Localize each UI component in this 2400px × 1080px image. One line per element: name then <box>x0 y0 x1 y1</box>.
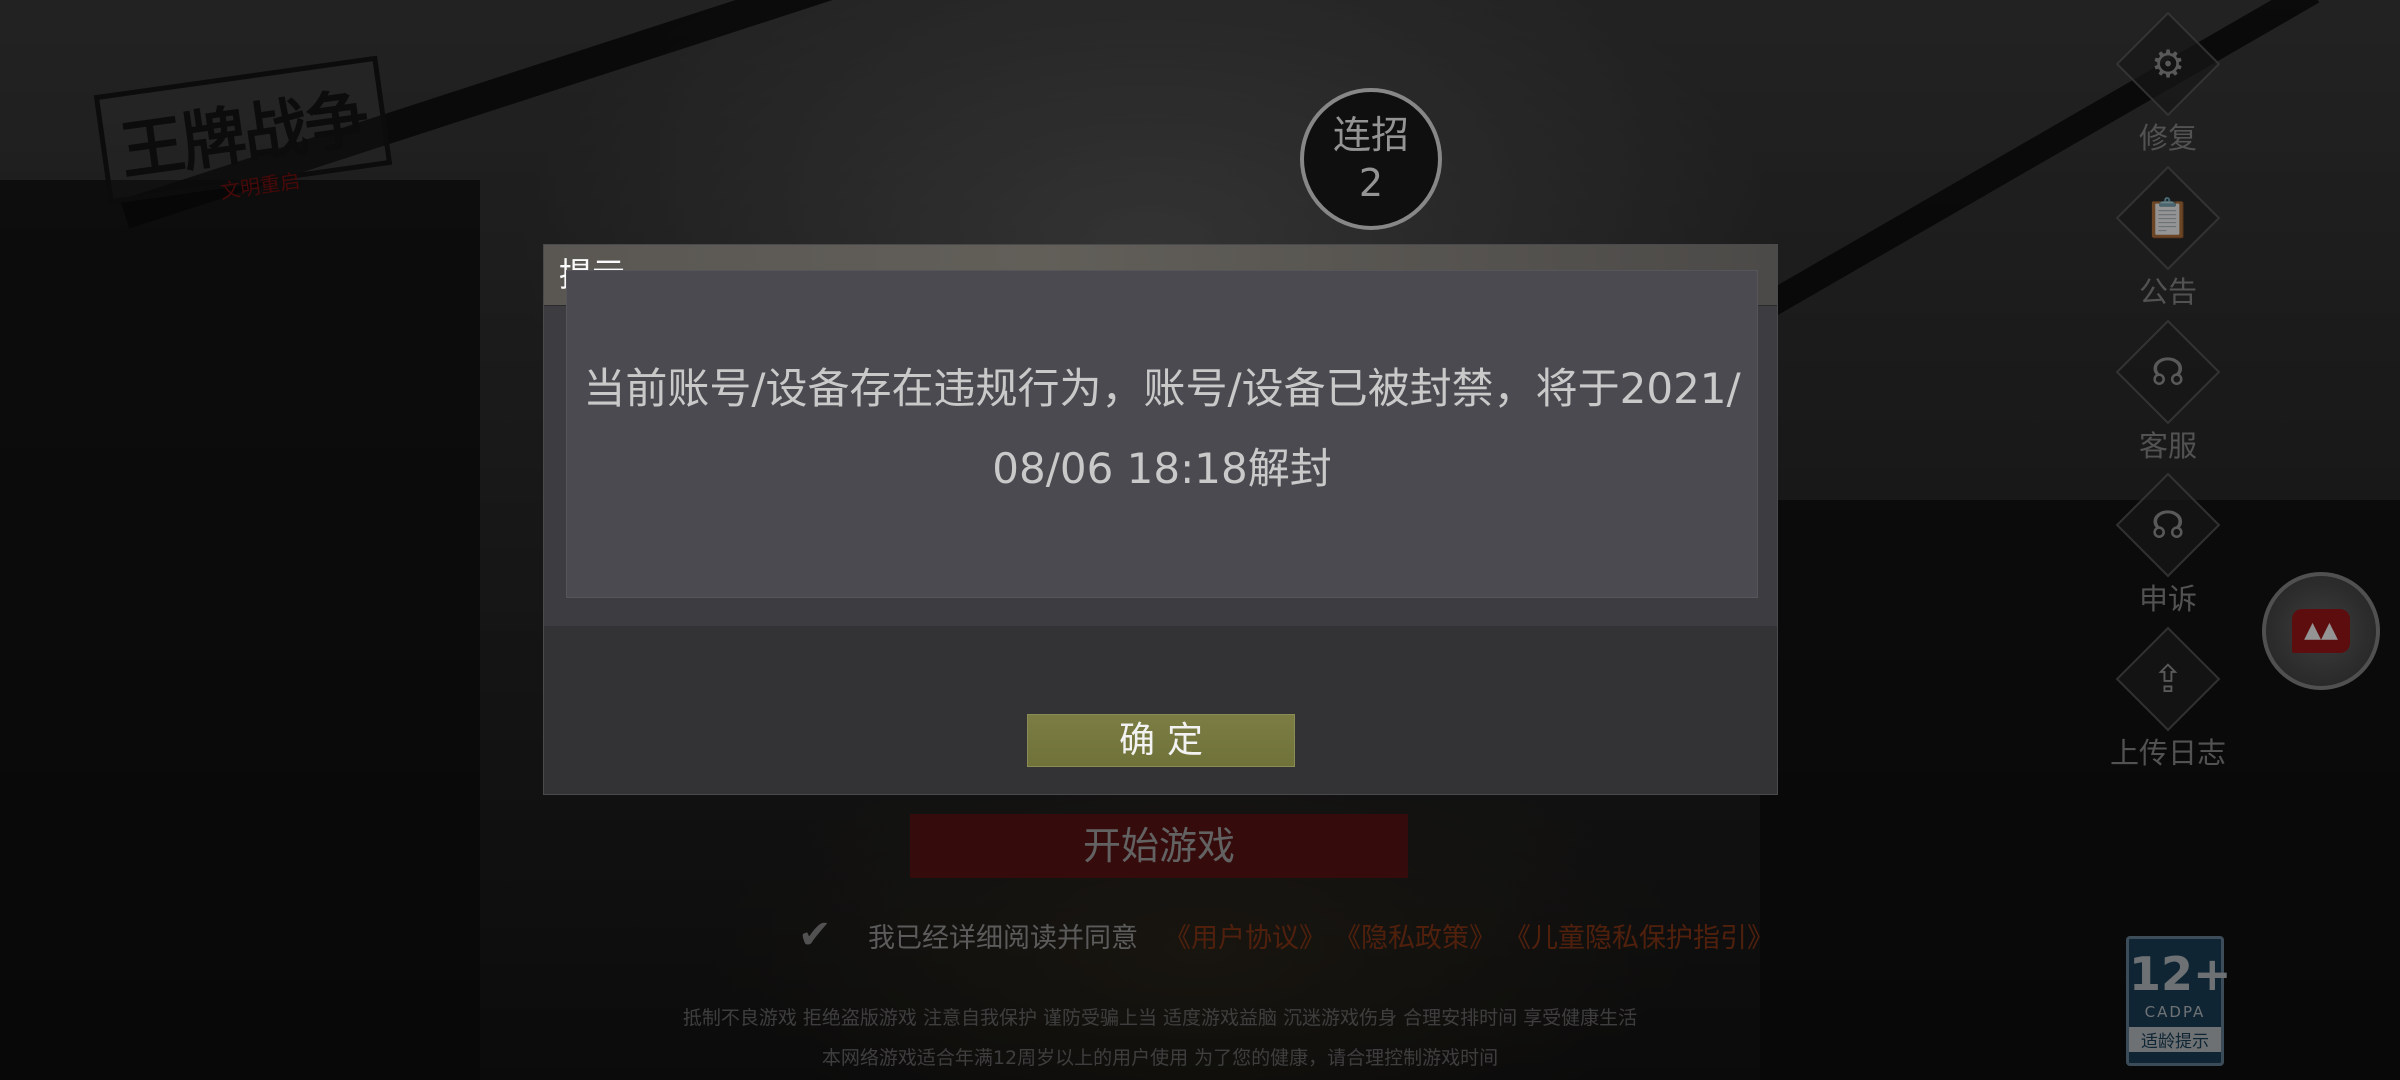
game-login-screen: 王牌战争 文明重启 连招 2 ⚙ 修复 📋 公告 ☊ 客服 ☊ 申诉 ⇪ 上传日… <box>0 0 2400 1080</box>
message-box: 当前账号/设备存在违规行为，账号/设备已被封禁，将于2021/08/06 18:… <box>566 270 1758 598</box>
ban-message: 当前账号/设备存在违规行为，账号/设备已被封禁，将于2021/08/06 18:… <box>583 364 1741 493</box>
confirm-button[interactable]: 确定 <box>1027 714 1295 767</box>
ban-notice-dialog: 提示 当前账号/设备存在违规行为，账号/设备已被封禁，将于2021/08/06 … <box>543 244 1778 795</box>
